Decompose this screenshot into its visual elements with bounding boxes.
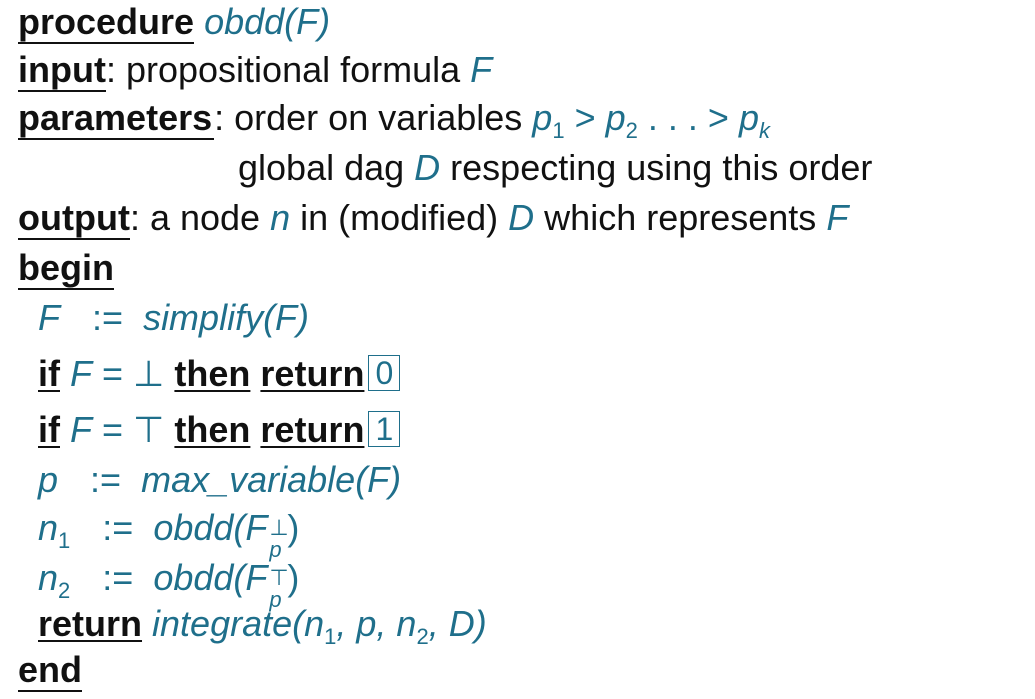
body-line-max-variable: p := max_variable(F) (38, 458, 401, 502)
param2-text-a: global dag (238, 147, 415, 188)
if-keyword: if (38, 409, 60, 450)
integrate-call: integrate(n (152, 603, 325, 644)
if-cond-F: F (70, 409, 93, 450)
param-gt: > (564, 97, 606, 138)
input-text: : propositional formula (105, 49, 471, 90)
input-line: input: propositional formula F (18, 48, 492, 92)
parameters-text: : order on variables (214, 97, 533, 138)
n1-rhs-b: ) (287, 507, 300, 548)
input-var: F (470, 49, 493, 90)
param-dots: . . . > (637, 97, 739, 138)
body-line-return-integrate: return integrate(n1, p, n2, D) (38, 602, 487, 659)
n2-lhs-sub: 2 (58, 578, 71, 603)
if-cond-eq-bottom: = ⊥ (92, 353, 175, 394)
param-p2-sub: 2 (625, 118, 638, 143)
input-keyword: input (18, 49, 106, 92)
param-p1: p (532, 97, 553, 138)
output-keyword: output (18, 197, 130, 240)
output-line: output: a node n in (modified) D which r… (18, 196, 848, 240)
output-F: F (826, 197, 849, 238)
then-keyword: then (174, 409, 251, 450)
body-line-simplify: F := simplify(F) (38, 296, 309, 340)
parameters-keyword: parameters (18, 97, 215, 140)
n2-rhs-b: ) (287, 557, 300, 598)
param2-text-b: respecting using this order (440, 147, 873, 188)
body-line-if-top: if F = ⊤ then return 1 (38, 408, 401, 452)
end-line: end (18, 648, 83, 692)
begin-line: begin (18, 246, 114, 290)
param-pk: p (738, 97, 759, 138)
terminal-one-box: 1 (368, 411, 401, 447)
output-text-c: which represents (534, 197, 827, 238)
begin-keyword: begin (18, 247, 114, 290)
return-keyword: return (260, 353, 365, 394)
n1-lhs-sub: 1 (58, 528, 71, 553)
n1-rhs-a: obdd(F (153, 507, 268, 548)
return-keyword: return (38, 603, 143, 644)
terminal-zero-box: 0 (368, 355, 401, 391)
n2-supsub: ⊤ p (267, 560, 288, 612)
integrate-sub-2: 2 (416, 624, 429, 649)
integrate-mid: , p, n (336, 603, 417, 644)
simplify-lhs: F (38, 297, 60, 338)
procedure-name: obdd(F) (204, 1, 331, 42)
integrate-sub-1: 1 (324, 624, 337, 649)
assign-op: := (90, 459, 122, 500)
end-keyword: end (18, 649, 83, 692)
maxvar-lhs: p (38, 459, 59, 500)
procedure-line: procedure obdd(F) (18, 0, 330, 44)
if-cond-eq-top: = ⊤ (92, 409, 175, 450)
output-D: D (508, 197, 535, 238)
assign-op: := (92, 297, 124, 338)
then-keyword: then (174, 353, 251, 394)
output-text-b: in (modified) (290, 197, 509, 238)
procedure-listing: procedure obdd(F) input: propositional f… (0, 0, 1035, 699)
param-pk-sub: k (758, 118, 770, 143)
return-keyword: return (260, 409, 365, 450)
assign-op: := (102, 557, 134, 598)
param2-D: D (414, 147, 441, 188)
assign-op: := (102, 507, 134, 548)
body-line-if-bottom: if F = ⊥ then return 0 (38, 352, 401, 396)
parameters-line-2: global dag D respecting using this order (238, 146, 872, 190)
n2-rhs-a: obdd(F (153, 557, 268, 598)
integrate-end: , D) (428, 603, 487, 644)
procedure-keyword: procedure (18, 1, 195, 44)
n1-supsub: ⊥ p (267, 510, 288, 562)
simplify-rhs: simplify(F) (143, 297, 310, 338)
if-cond-F: F (70, 353, 93, 394)
body-line-n1: n1 := obdd(F ⊥ p) (38, 506, 299, 563)
n1-lhs: n (38, 507, 59, 548)
param-p1-sub: 1 (552, 118, 565, 143)
if-keyword: if (38, 353, 60, 394)
parameters-line: parameters: order on variables p1 > p2 .… (18, 96, 770, 153)
output-n: n (270, 197, 291, 238)
output-text-a: : a node (129, 197, 271, 238)
param-p2: p (605, 97, 626, 138)
n2-lhs: n (38, 557, 59, 598)
maxvar-rhs: max_variable(F) (141, 459, 402, 500)
